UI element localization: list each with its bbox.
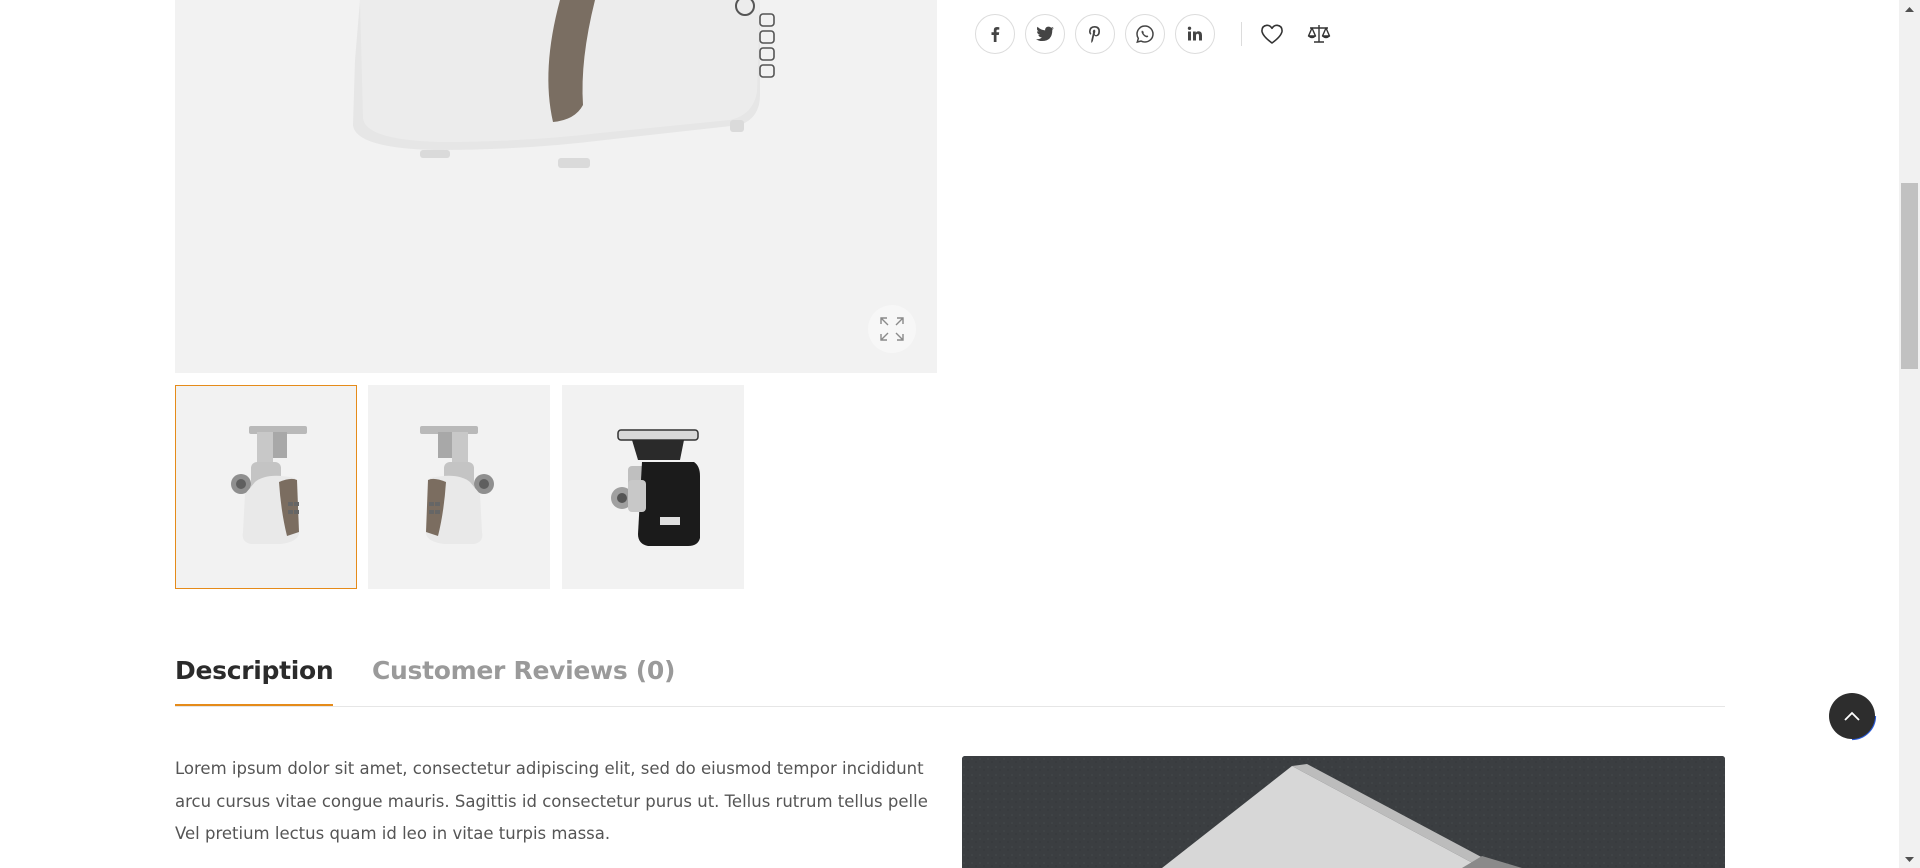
scroll-down-arrow[interactable] (1899, 850, 1920, 867)
twitter-icon (1036, 26, 1054, 41)
thumbnail-2[interactable] (368, 385, 550, 589)
linkedin-icon (1187, 26, 1202, 41)
pinterest-share-button[interactable] (1075, 14, 1115, 54)
tab-customer-reviews[interactable]: Customer Reviews (0) (372, 650, 675, 706)
tab-description[interactable]: Description (175, 650, 334, 706)
expand-icon (880, 317, 904, 341)
share-divider (1241, 22, 1242, 46)
pinterest-icon (1089, 26, 1100, 43)
linkedin-share-button[interactable] (1175, 14, 1215, 54)
wishlist-button[interactable] (1256, 18, 1288, 50)
meat-grinder-white-alt-thumb (420, 426, 494, 544)
back-to-top-button[interactable] (1829, 693, 1875, 739)
twitter-share-button[interactable] (1025, 14, 1065, 54)
share-row (975, 14, 1350, 54)
meat-grinder-main-illustration (353, 0, 775, 168)
heart-icon (1261, 24, 1283, 44)
meat-grinder-black-thumb (611, 429, 700, 546)
compare-scale-icon (1307, 25, 1331, 43)
description-image (962, 756, 1725, 868)
product-tabs: Description Customer Reviews (0) (175, 650, 1725, 707)
triangle-up-icon (1905, 6, 1914, 12)
thumbnail-3[interactable] (562, 385, 744, 589)
facebook-icon (991, 27, 1000, 42)
whatsapp-icon (1136, 25, 1154, 44)
page-scrollbar[interactable] (1899, 0, 1920, 868)
description-text: Lorem ipsum dolor sit amet, consectetur … (175, 759, 928, 843)
product-main-image[interactable] (175, 0, 937, 373)
facebook-share-button[interactable] (975, 14, 1015, 54)
scroll-thumb[interactable] (1901, 183, 1918, 369)
triangle-down-icon (1905, 856, 1914, 862)
chevron-up-icon (1844, 711, 1860, 721)
description-product-photo (962, 756, 1725, 868)
whatsapp-share-button[interactable] (1125, 14, 1165, 54)
zoom-button[interactable] (868, 305, 916, 353)
scroll-up-arrow[interactable] (1899, 1, 1920, 18)
meat-grinder-white-thumb (231, 426, 307, 544)
thumbnail-1[interactable] (175, 385, 357, 589)
compare-button[interactable] (1303, 18, 1335, 50)
